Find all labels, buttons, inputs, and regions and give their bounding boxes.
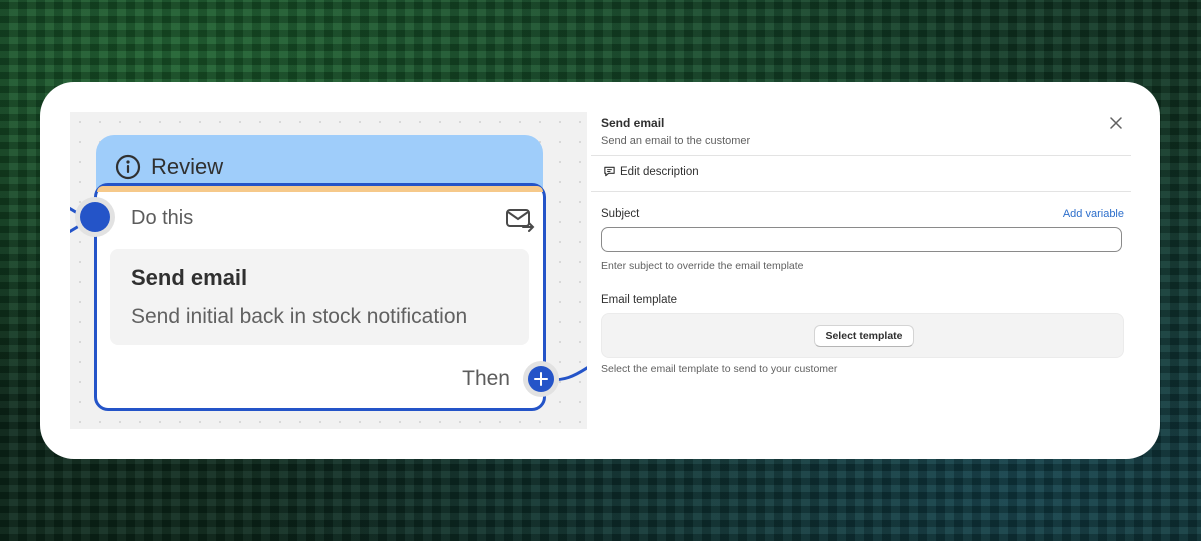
edit-description-button[interactable]: Edit description <box>603 165 699 178</box>
add-step-button[interactable] <box>528 366 554 392</box>
select-template-button[interactable]: Select template <box>814 325 914 347</box>
subject-label: Subject <box>601 208 640 220</box>
email-template-help-text: Select the email template to send to you… <box>601 363 838 375</box>
send-email-panel: Send email Send an email to the customer… <box>591 112 1131 429</box>
then-label: Then <box>462 367 510 390</box>
action-description: Send initial back in stock notification <box>131 305 468 328</box>
subject-input[interactable] <box>601 227 1122 252</box>
workflow-canvas[interactable]: Review Do this Send email Send initial b… <box>70 112 587 429</box>
email-template-label: Email template <box>601 294 678 306</box>
edit-description-label: Edit description <box>620 165 699 178</box>
email-template-dropzone: Select template <box>601 313 1124 358</box>
panel-title: Send email <box>601 116 665 130</box>
plus-icon <box>534 372 548 386</box>
subject-help-text: Enter subject to override the email temp… <box>601 260 804 272</box>
review-title: Review <box>151 154 224 179</box>
divider <box>591 191 1131 192</box>
add-variable-link[interactable]: Add variable <box>1063 208 1124 220</box>
outgoing-connector <box>550 366 587 382</box>
input-port[interactable] <box>80 202 110 232</box>
info-icon <box>115 154 141 180</box>
panel-subtitle: Send an email to the customer <box>601 135 751 147</box>
step-label: Do this <box>131 207 194 229</box>
mail-send-icon <box>506 209 535 232</box>
action-node[interactable]: Do this Send email Send initial back in … <box>94 183 546 411</box>
action-summary[interactable]: Send email Send initial back in stock no… <box>110 249 529 345</box>
divider <box>591 155 1131 156</box>
modal-card: Review Do this Send email Send initial b… <box>40 82 1160 459</box>
close-icon[interactable] <box>1108 115 1124 131</box>
action-title: Send email <box>131 265 248 290</box>
node-accent-bar <box>97 186 543 192</box>
comment-icon <box>604 166 615 177</box>
